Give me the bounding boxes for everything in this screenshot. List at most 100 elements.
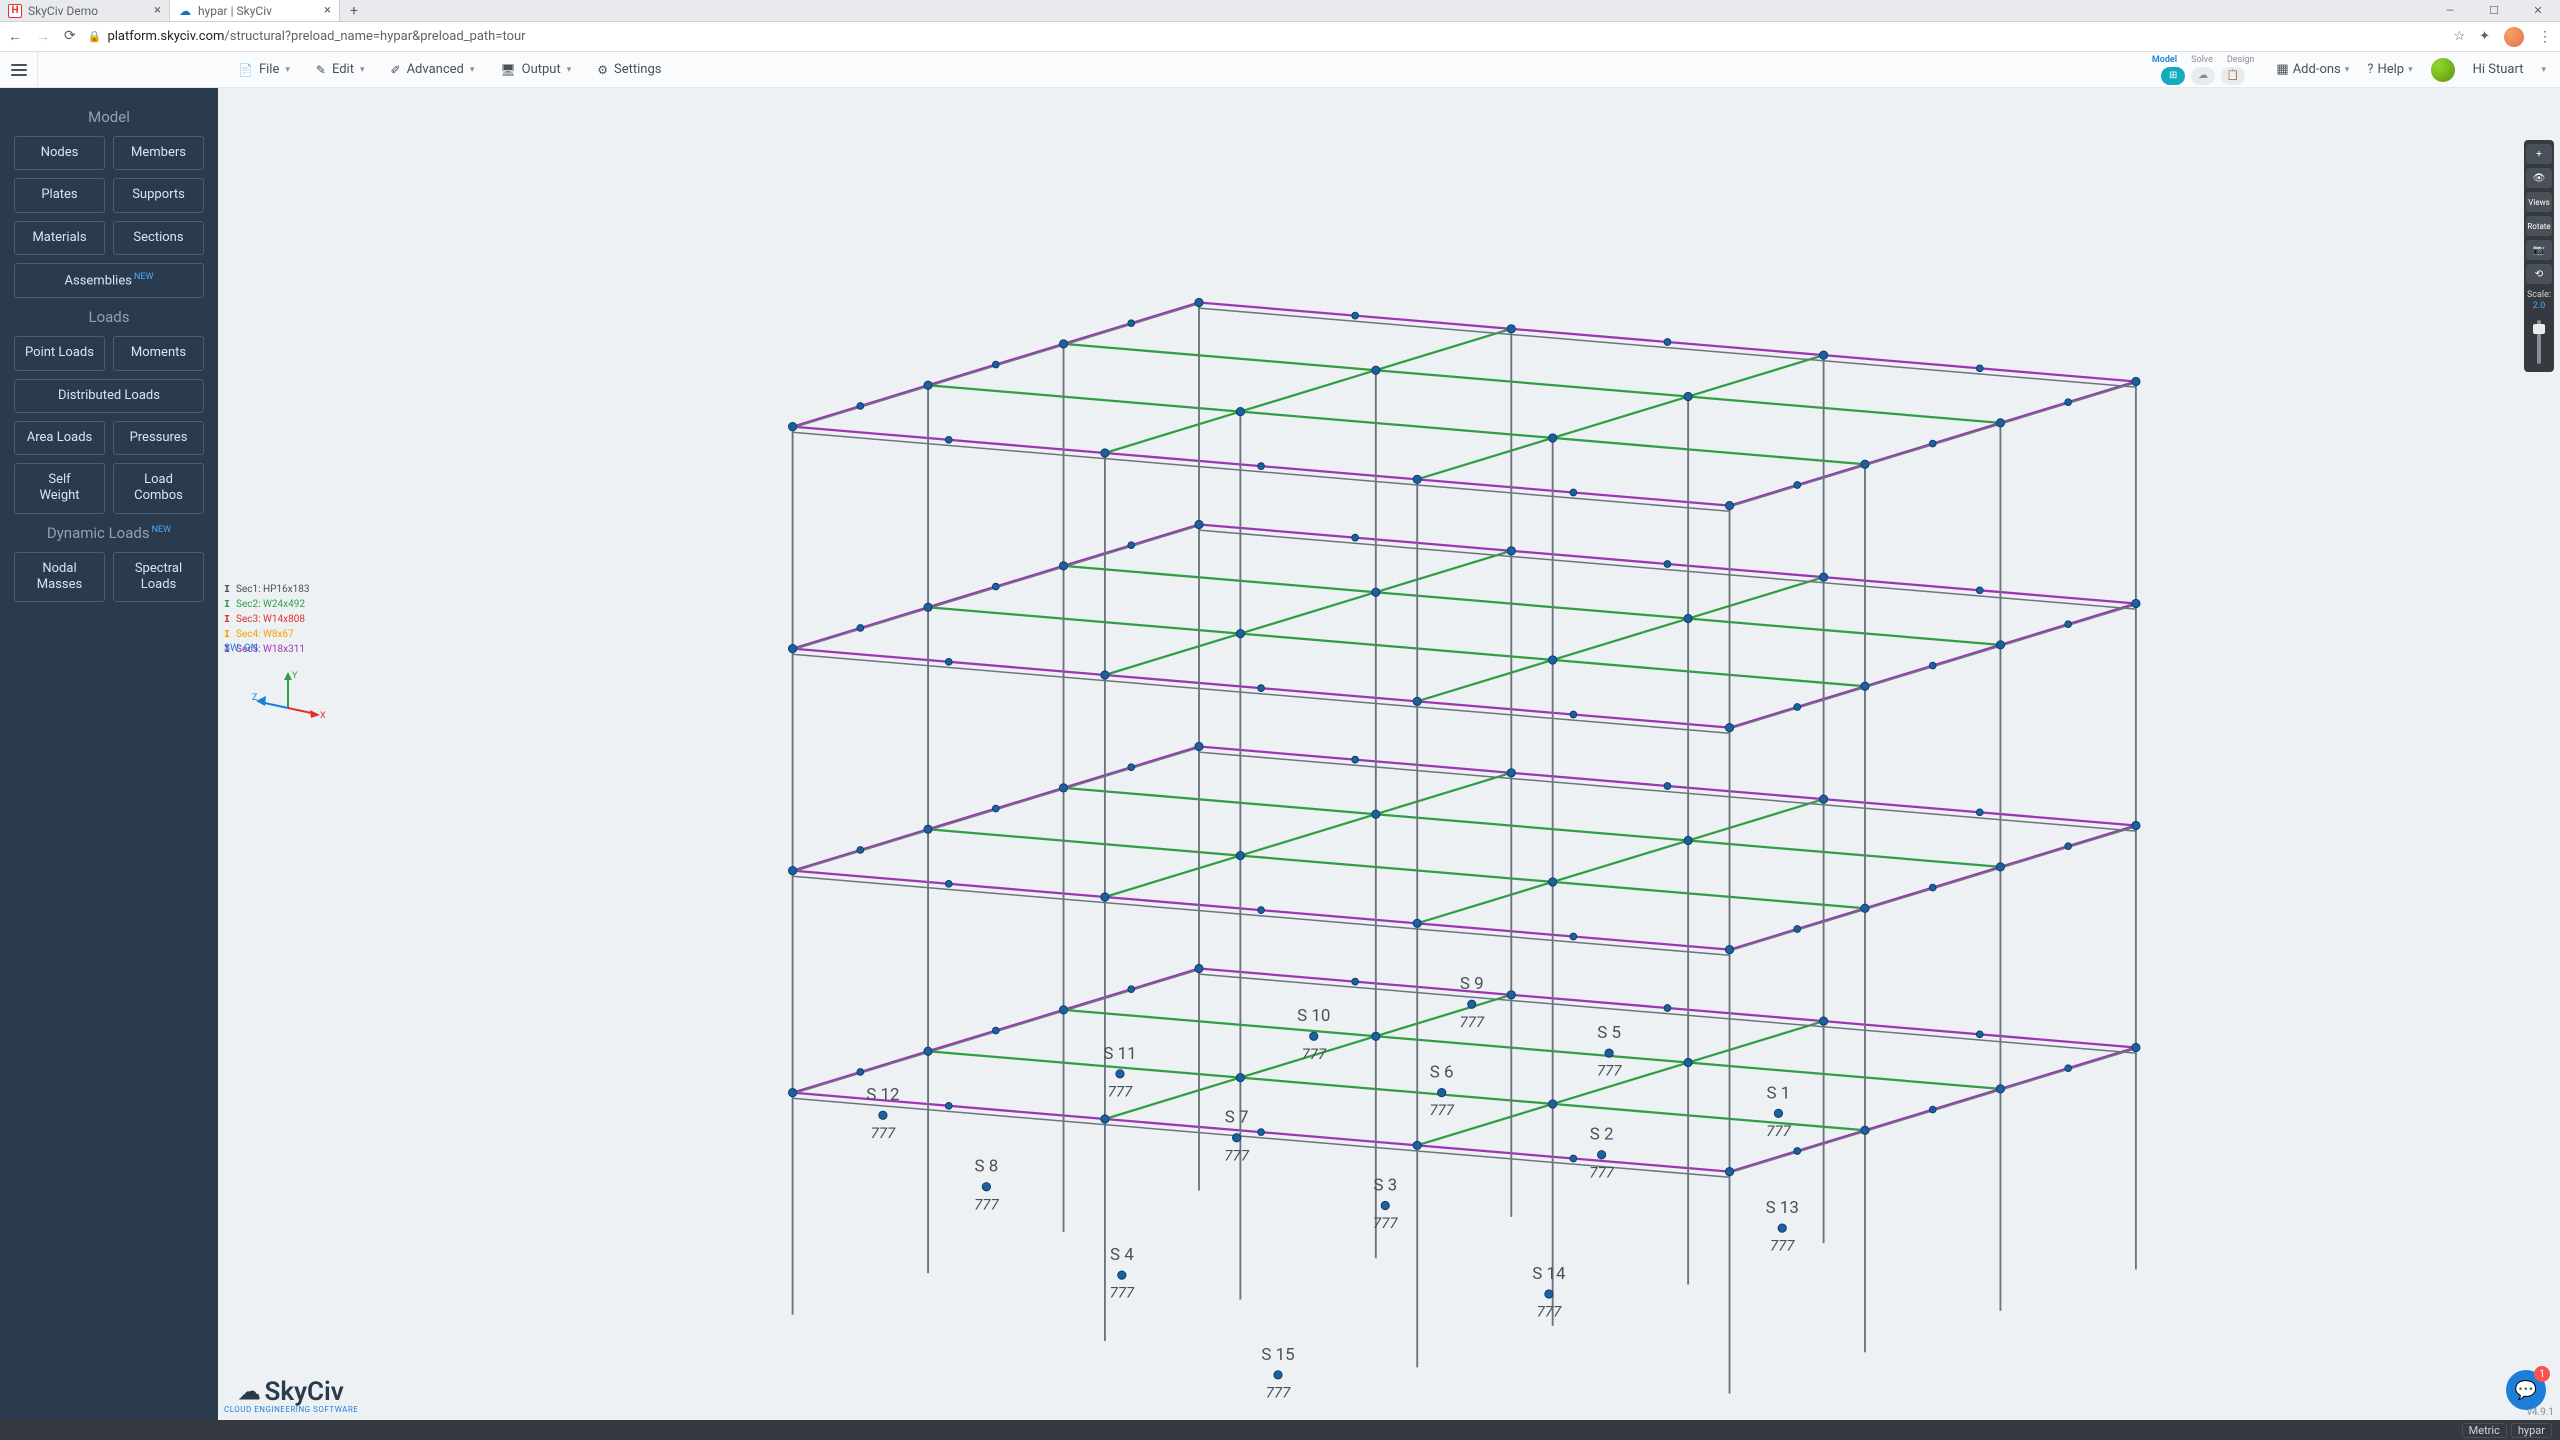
svg-text:S 12: S 12 <box>866 1085 899 1105</box>
menu-output[interactable]: 🖥Output▾ <box>500 62 571 77</box>
grid-icon: ▦ <box>2276 62 2288 77</box>
mode-label-design: Design <box>2227 55 2255 65</box>
maximize-icon[interactable]: ☐ <box>2472 0 2516 21</box>
sidebar-btn-spectral-loads[interactable]: SpectralLoads <box>113 552 204 603</box>
hamburger-icon <box>11 64 27 76</box>
addons-button[interactable]: ▦Add-ons▾ <box>2276 62 2349 77</box>
sidebar-btn-materials[interactable]: Materials <box>14 221 105 255</box>
sidebar-btn-nodal-masses[interactable]: NodalMasses <box>14 552 105 603</box>
tab-title: hypar | SkyCiv <box>198 4 272 18</box>
scale-slider[interactable] <box>2537 320 2541 364</box>
sidebar-btn-members[interactable]: Members <box>113 136 204 170</box>
star-icon[interactable]: ☆ <box>2453 29 2465 44</box>
sidebar-btn-point-loads[interactable]: Point Loads <box>14 336 105 370</box>
svg-text:S 14: S 14 <box>1532 1264 1566 1284</box>
sidebar-btn-moments[interactable]: Moments <box>113 336 204 370</box>
rotate-button[interactable]: Rotate <box>2526 216 2552 236</box>
menu-file[interactable]: 📄File▾ <box>238 62 290 77</box>
close-window-icon[interactable]: ✕ <box>2516 0 2560 21</box>
help-icon: ? <box>2367 62 2373 77</box>
svg-text:777: 777 <box>1770 1237 1795 1255</box>
visibility-button[interactable]: 👁 <box>2526 168 2552 188</box>
url-path: /structural?preload_name=hypar&preload_p… <box>224 29 525 44</box>
app-toolbar: 📄File▾ ✎Edit▾ ✐Advanced▾ 🖥 Output ▾ ⚙Setti… <box>0 52 2560 88</box>
cloud-logo-icon: ☁ <box>239 1380 261 1405</box>
mode-model-icon[interactable]: ⊞ <box>2161 67 2185 85</box>
logo-subtitle: CLOUD ENGINEERING SOFTWARE <box>224 1405 358 1414</box>
mode-design-icon[interactable]: 📋 <box>2221 67 2245 85</box>
sidebar-btn-load-combos[interactable]: LoadCombos <box>113 463 204 514</box>
svg-text:S 10: S 10 <box>1297 1006 1330 1026</box>
chat-badge: 1 <box>2534 1366 2550 1382</box>
url-input[interactable]: 🔒 platform.skyciv.com/structural?preload… <box>88 29 2442 44</box>
monitor-icon: 🖥 <box>500 63 515 77</box>
scale-label: Scale:2.0 <box>2527 290 2551 312</box>
favicon-h-icon: H <box>8 4 22 18</box>
chat-icon: 💬 <box>2515 1380 2537 1401</box>
integration-pill[interactable]: hypar <box>2511 1423 2552 1438</box>
sidebar-btn-nodes[interactable]: Nodes <box>14 136 105 170</box>
addons-label: Add-ons <box>2293 62 2341 77</box>
menu-settings[interactable]: ⚙Settings <box>597 62 661 77</box>
svg-text:S 9: S 9 <box>1460 974 1484 994</box>
user-avatar[interactable] <box>2431 58 2455 82</box>
lock-icon: 🔒 <box>88 30 102 43</box>
legend-row: ISec2: W24x492 <box>224 597 310 612</box>
minimize-icon[interactable]: — <box>2428 0 2472 21</box>
gear-icon: ⚙ <box>597 63 608 77</box>
close-icon[interactable]: × <box>154 3 161 18</box>
close-icon[interactable]: × <box>324 3 331 18</box>
svg-text:777: 777 <box>1597 1062 1622 1080</box>
reload-icon[interactable]: ⟳ <box>64 28 76 45</box>
sidebar-btn-sections[interactable]: Sections <box>113 221 204 255</box>
back-icon[interactable]: ← <box>8 28 22 45</box>
svg-text:X: X <box>320 711 326 721</box>
views-button[interactable]: Views <box>2526 192 2552 212</box>
user-greeting[interactable]: Hi Stuart <box>2473 62 2524 77</box>
svg-text:777: 777 <box>1459 1013 1484 1031</box>
chat-button[interactable]: 💬 1 <box>2506 1370 2546 1410</box>
units-pill[interactable]: Metric <box>2462 1423 2507 1438</box>
svg-text:777: 777 <box>1589 1163 1614 1181</box>
window-controls: — ☐ ✕ <box>2428 0 2560 21</box>
mode-solve-icon[interactable]: ☁ <box>2191 67 2215 85</box>
sidebar-btn-plates[interactable]: Plates <box>14 178 105 212</box>
extensions-icon[interactable]: ✦ <box>2479 29 2490 44</box>
menu-label: File <box>259 62 279 77</box>
sidebar-btn-supports[interactable]: Supports <box>113 178 204 212</box>
svg-text:777: 777 <box>1110 1284 1135 1302</box>
svg-text:S 15: S 15 <box>1261 1345 1294 1365</box>
status-bar: Metric hypar <box>0 1420 2560 1440</box>
svg-text:777: 777 <box>974 1195 999 1213</box>
hamburger-button[interactable] <box>0 52 38 87</box>
browser-menu-icon[interactable]: ⋮ <box>2538 29 2552 45</box>
refresh-view-button[interactable]: ⟲ <box>2526 264 2552 284</box>
self-weight-status: SW: ON <box>224 643 258 654</box>
legend-row: ISec1: HP16x183 <box>224 582 310 597</box>
browser-tab-0[interactable]: H SkyCiv Demo × <box>0 0 170 21</box>
sidebar-btn-distributed-loads[interactable]: Distributed Loads <box>14 379 204 413</box>
menu-label: Edit <box>332 62 354 77</box>
menu-edit[interactable]: ✎Edit▾ <box>316 62 365 77</box>
camera-button[interactable]: 📷 <box>2526 240 2552 260</box>
sidebar-btn-area-loads[interactable]: Area Loads <box>14 421 105 455</box>
browser-tab-1[interactable]: ☁ hypar | SkyCiv × <box>170 0 340 21</box>
svg-text:S 2: S 2 <box>1590 1125 1614 1145</box>
svg-text:S 3: S 3 <box>1373 1175 1397 1195</box>
sidebar-btn-pressures[interactable]: Pressures <box>113 421 204 455</box>
sidebar-btn-self-weight[interactable]: SelfWeight <box>14 463 105 514</box>
mode-label-solve: Solve <box>2191 55 2213 65</box>
help-button[interactable]: ?Help▾ <box>2367 62 2412 77</box>
svg-text:777: 777 <box>1224 1146 1249 1164</box>
menu-advanced[interactable]: ✐Advanced▾ <box>391 62 475 77</box>
new-tab-button[interactable]: + <box>340 0 368 21</box>
menu-label: Output <box>522 62 561 77</box>
sidebar-btn-assemblies[interactable]: AssembliesNEW <box>14 263 204 299</box>
zoom-in-button[interactable]: + <box>2526 144 2552 164</box>
svg-text:777: 777 <box>1108 1082 1133 1100</box>
profile-avatar[interactable] <box>2504 27 2524 47</box>
model-canvas[interactable]: S 1777S 2777S 3777S 4777S 5777S 6777S 77… <box>218 88 2560 1420</box>
user-menu-caret[interactable]: ▾ <box>2541 65 2546 75</box>
sidebar: ModelNodesMembersPlatesSupportsMaterials… <box>0 88 218 1420</box>
forward-icon[interactable]: → <box>36 28 50 45</box>
